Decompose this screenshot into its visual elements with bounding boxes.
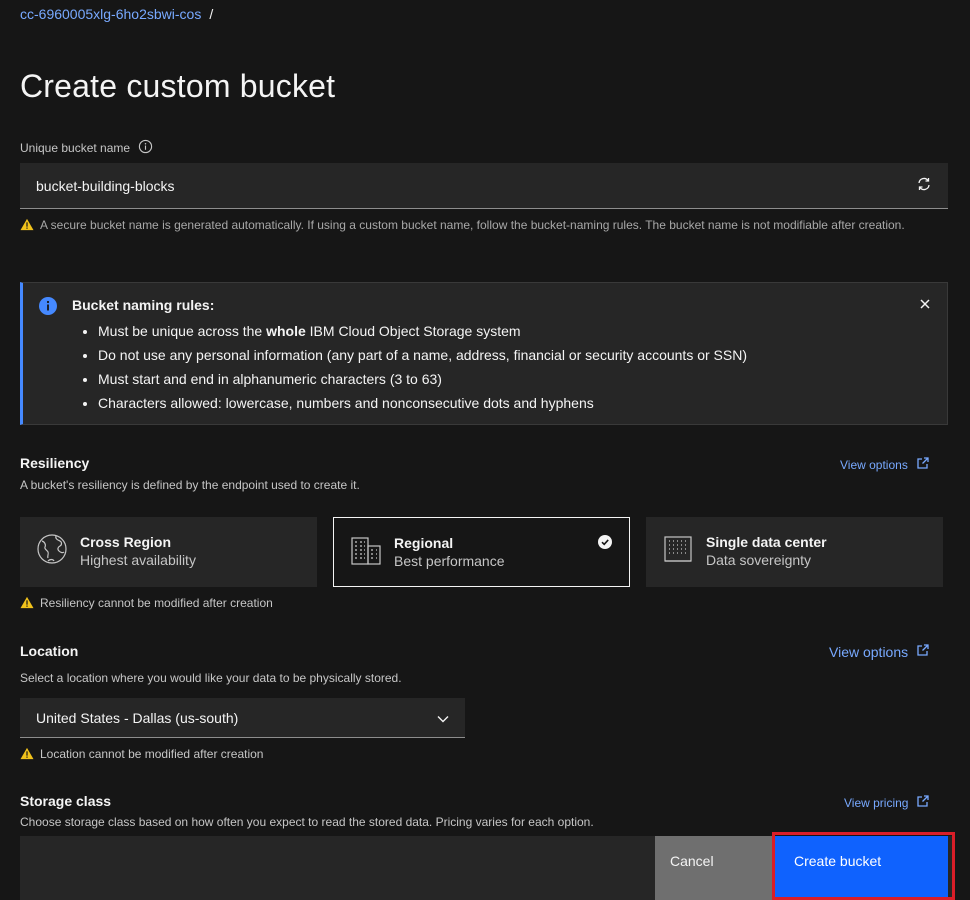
location-selected-value: United States - Dallas (us-south) bbox=[36, 709, 239, 726]
information-icon bbox=[38, 296, 58, 321]
warning-icon bbox=[20, 747, 34, 764]
buildings-icon bbox=[350, 534, 382, 571]
warning-icon bbox=[20, 218, 34, 235]
location-title: Location bbox=[20, 643, 79, 659]
naming-rules-list: Must be unique across the whole IBM Clou… bbox=[98, 319, 747, 415]
naming-rule: Characters allowed: lowercase, numbers a… bbox=[98, 391, 747, 415]
location-select[interactable]: United States - Dallas (us-south) bbox=[20, 698, 465, 738]
resiliency-tile-cross-region[interactable]: Cross Region Highest availability bbox=[20, 517, 317, 587]
launch-icon bbox=[916, 456, 930, 473]
info-tooltip-icon[interactable] bbox=[138, 139, 153, 157]
resiliency-description: A bucket's resiliency is defined by the … bbox=[20, 478, 360, 492]
bucket-name-helper: A secure bucket name is generated automa… bbox=[20, 217, 940, 235]
naming-rule: Must be unique across the whole IBM Clou… bbox=[98, 319, 747, 343]
bucket-name-helper-text: A secure bucket name is generated automa… bbox=[40, 218, 905, 232]
globe-icon bbox=[36, 533, 68, 570]
launch-icon bbox=[916, 794, 930, 811]
resiliency-warning: Resiliency cannot be modified after crea… bbox=[20, 595, 273, 613]
tile-subtitle: Data sovereignty bbox=[706, 552, 812, 568]
breadcrumb-separator: / bbox=[209, 6, 214, 22]
create-bucket-button[interactable]: Create bucket bbox=[775, 836, 948, 898]
bucket-name-label-row: Unique bucket name bbox=[20, 139, 153, 157]
location-description: Select a location where you would like y… bbox=[20, 671, 402, 685]
location-view-options-label: View options bbox=[829, 643, 909, 660]
tile-subtitle: Best performance bbox=[394, 553, 505, 569]
storage-class-view-pricing-link[interactable]: View pricing bbox=[844, 794, 930, 811]
warning-icon bbox=[20, 596, 34, 613]
view-pricing-label: View pricing bbox=[844, 795, 909, 810]
naming-rules-title: Bucket naming rules: bbox=[72, 297, 215, 313]
location-warning: Location cannot be modified after creati… bbox=[20, 746, 263, 764]
storage-class-description: Choose storage class based on how often … bbox=[20, 815, 594, 829]
breadcrumb-link[interactable]: cc-6960005xlg-6ho2sbwi-cos bbox=[20, 6, 201, 22]
chevron-down-icon bbox=[437, 710, 449, 726]
page-title: Create custom bucket bbox=[20, 68, 336, 104]
resiliency-view-options-label: View options bbox=[840, 457, 908, 472]
bucket-name-input[interactable]: bucket-building-blocks bbox=[20, 163, 948, 209]
data-center-icon bbox=[662, 533, 694, 570]
storage-class-title: Storage class bbox=[20, 793, 112, 809]
naming-rules-notification: Bucket naming rules: Must be unique acro… bbox=[20, 282, 948, 425]
location-warning-text: Location cannot be modified after creati… bbox=[40, 747, 264, 761]
bucket-name-label: Unique bucket name bbox=[20, 141, 131, 155]
checkmark-icon bbox=[598, 535, 612, 554]
breadcrumb: cc-6960005xlg-6ho2sbwi-cos / bbox=[20, 6, 213, 22]
tile-title: Single data center bbox=[706, 534, 827, 550]
resiliency-tile-single-data-center[interactable]: Single data center Data sovereignty bbox=[646, 517, 943, 587]
tile-title: Regional bbox=[394, 535, 454, 551]
naming-rule: Must start and end in alphanumeric chara… bbox=[98, 367, 747, 391]
cancel-button[interactable]: Cancel bbox=[655, 836, 775, 900]
location-view-options-link[interactable]: View options bbox=[829, 643, 930, 660]
tile-title: Cross Region bbox=[80, 534, 172, 550]
resiliency-warning-text: Resiliency cannot be modified after crea… bbox=[40, 596, 273, 610]
resiliency-tile-regional[interactable]: Regional Best performance bbox=[333, 517, 630, 587]
naming-rule: Do not use any personal information (any… bbox=[98, 343, 747, 367]
resiliency-title: Resiliency bbox=[20, 455, 90, 471]
resiliency-view-options-link[interactable]: View options bbox=[840, 456, 930, 473]
tile-subtitle: Highest availability bbox=[80, 552, 196, 568]
bucket-name-value: bucket-building-blocks bbox=[36, 177, 175, 194]
close-icon[interactable] bbox=[919, 297, 931, 315]
regenerate-icon[interactable] bbox=[916, 176, 932, 195]
launch-icon bbox=[916, 643, 930, 660]
